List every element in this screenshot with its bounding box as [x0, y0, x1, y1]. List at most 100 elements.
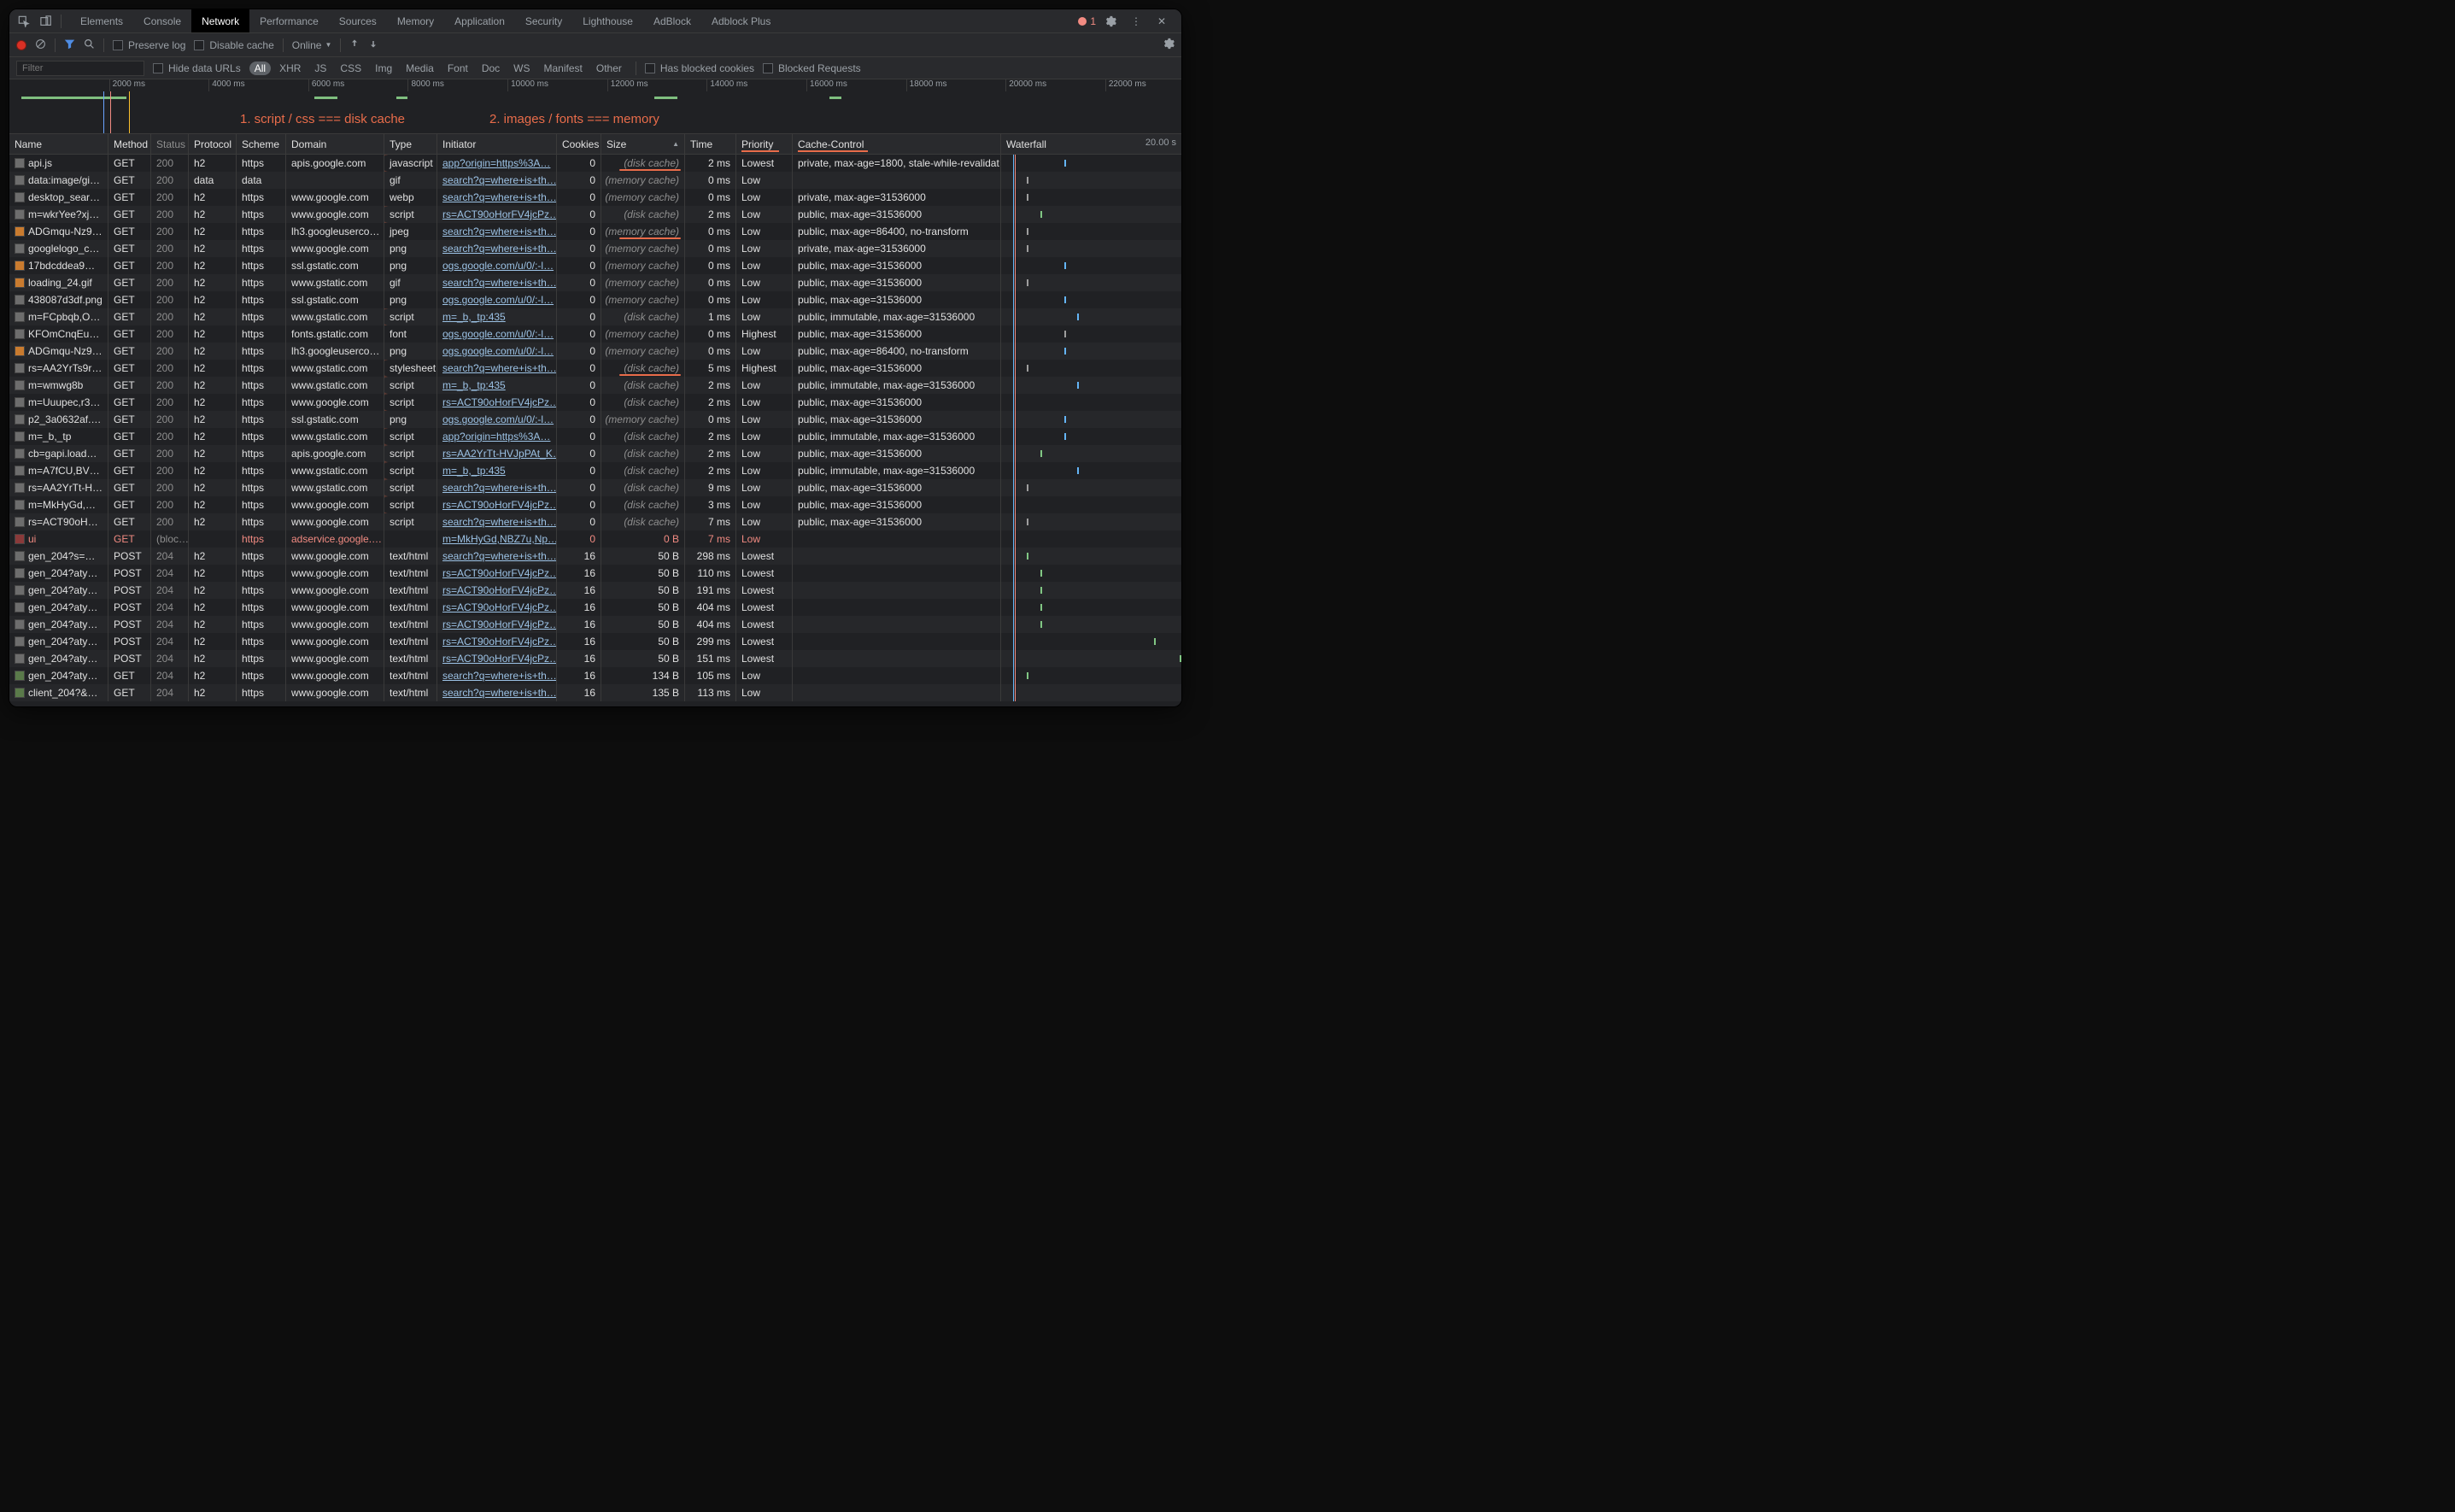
initiator-link[interactable]: search?q=where+is+th… [442, 670, 557, 682]
initiator-link[interactable]: rs=ACT90oHorFV4jcPz… [442, 396, 557, 408]
initiator-link[interactable]: search?q=where+is+th… [442, 191, 557, 203]
table-row[interactable]: p2_3a0632af.…GET200h2httpsssl.gstatic.co… [9, 411, 1181, 428]
type-pill-font[interactable]: Font [442, 62, 473, 75]
type-pill-img[interactable]: Img [370, 62, 397, 75]
close-icon[interactable]: ✕ [1152, 12, 1171, 31]
initiator-link[interactable]: search?q=where+is+th… [442, 687, 557, 699]
settings-gear-icon[interactable] [1163, 38, 1175, 52]
type-pill-all[interactable]: All [249, 62, 271, 75]
table-row[interactable]: client_204?&…GET204h2httpswww.google.com… [9, 684, 1181, 701]
gear-icon[interactable] [1101, 12, 1120, 31]
table-row[interactable]: 17bdcddea9…GET200h2httpsssl.gstatic.comp… [9, 257, 1181, 274]
device-toggle-icon[interactable] [37, 12, 56, 31]
filter-input[interactable] [16, 61, 144, 76]
table-row[interactable]: gen_204?atyp…POST204h2httpswww.google.co… [9, 599, 1181, 616]
upload-har-icon[interactable] [349, 38, 360, 51]
col-name[interactable]: Name [9, 134, 108, 154]
initiator-link[interactable]: search?q=where+is+th… [442, 362, 557, 374]
filter-toggle-icon[interactable] [64, 38, 75, 52]
initiator-link[interactable]: m=_b,_tp:435 [442, 379, 506, 391]
table-row[interactable]: googlelogo_c…GET200h2httpswww.google.com… [9, 240, 1181, 257]
col-initiator[interactable]: Initiator [437, 134, 557, 154]
table-row[interactable]: m=wmwg8bGET200h2httpswww.gstatic.comscri… [9, 377, 1181, 394]
initiator-link[interactable]: rs=AA2YrTt-HVJpPAt_K… [442, 448, 557, 460]
col-cookies[interactable]: Cookies [557, 134, 601, 154]
tab-console[interactable]: Console [133, 9, 191, 32]
throttle-select[interactable]: Online▼ [292, 39, 332, 51]
initiator-link[interactable]: search?q=where+is+th… [442, 550, 557, 562]
col-scheme[interactable]: Scheme [237, 134, 286, 154]
tab-adblock-plus[interactable]: Adblock Plus [701, 9, 781, 32]
initiator-link[interactable]: search?q=where+is+th… [442, 174, 557, 186]
initiator-link[interactable]: search?q=where+is+th… [442, 482, 557, 494]
table-row[interactable]: m=MkHyGd,N…GET200h2httpswww.google.comsc… [9, 496, 1181, 513]
initiator-link[interactable]: rs=ACT90oHorFV4jcPz… [442, 618, 557, 630]
initiator-link[interactable]: ogs.google.com/u/0/:-l… [442, 413, 554, 425]
blocked-requests-checkbox[interactable]: Blocked Requests [763, 62, 861, 74]
initiator-link[interactable]: m=_b,_tp:435 [442, 465, 506, 477]
initiator-link[interactable]: app?origin=https%3A… [442, 431, 550, 442]
table-row[interactable]: desktop_sear…GET200h2httpswww.google.com… [9, 189, 1181, 206]
table-row[interactable]: rs=AA2YrTt-H…GET200h2httpswww.gstatic.co… [9, 479, 1181, 496]
initiator-link[interactable]: ogs.google.com/u/0/:-l… [442, 345, 554, 357]
table-row[interactable]: cb=gapi.loade…GET200h2httpsapis.google.c… [9, 445, 1181, 462]
has-blocked-cookies-checkbox[interactable]: Has blocked cookies [645, 62, 754, 74]
col-domain[interactable]: Domain [286, 134, 384, 154]
type-pill-media[interactable]: Media [401, 62, 439, 75]
type-pill-css[interactable]: CSS [335, 62, 366, 75]
record-button[interactable] [16, 40, 26, 50]
initiator-link[interactable]: rs=ACT90oHorFV4jcPz… [442, 653, 557, 665]
table-row[interactable]: m=FCpbqb,O…GET200h2httpswww.gstatic.coms… [9, 308, 1181, 325]
table-row[interactable]: gen_204?atyp…POST204h2httpswww.google.co… [9, 582, 1181, 599]
kebab-icon[interactable]: ⋮ [1127, 12, 1145, 31]
initiator-link[interactable]: search?q=where+is+th… [442, 516, 557, 528]
table-row[interactable]: m=wkrYee?xjs…GET200h2httpswww.google.com… [9, 206, 1181, 223]
type-pill-ws[interactable]: WS [508, 62, 535, 75]
disable-cache-checkbox[interactable]: Disable cache [194, 39, 273, 51]
inspect-icon[interactable] [15, 12, 33, 31]
col-type[interactable]: Type [384, 134, 437, 154]
tab-application[interactable]: Application [444, 9, 515, 32]
tab-performance[interactable]: Performance [249, 9, 329, 32]
table-row[interactable]: rs=ACT90oHo…GET200h2httpswww.google.coms… [9, 513, 1181, 530]
initiator-link[interactable]: m=_b,_tp:435 [442, 311, 506, 323]
tab-lighthouse[interactable]: Lighthouse [572, 9, 643, 32]
initiator-link[interactable]: search?q=where+is+th… [442, 243, 557, 255]
hide-data-urls-checkbox[interactable]: Hide data URLs [153, 62, 241, 74]
tab-adblock[interactable]: AdBlock [643, 9, 701, 32]
error-badge[interactable]: 1 [1078, 15, 1096, 27]
table-row[interactable]: m=Uuupec,r3…GET200h2httpswww.google.coms… [9, 394, 1181, 411]
search-icon[interactable] [84, 38, 95, 52]
tab-sources[interactable]: Sources [329, 9, 387, 32]
initiator-link[interactable]: ogs.google.com/u/0/:-l… [442, 294, 554, 306]
initiator-link[interactable]: ogs.google.com/u/0/:-l… [442, 328, 554, 340]
type-pill-js[interactable]: JS [309, 62, 331, 75]
preserve-log-checkbox[interactable]: Preserve log [113, 39, 185, 51]
col-waterfall[interactable]: Waterfall20.00 s [1001, 134, 1181, 154]
initiator-link[interactable]: app?origin=https%3A… [442, 157, 550, 169]
type-pill-doc[interactable]: Doc [477, 62, 505, 75]
tab-memory[interactable]: Memory [387, 9, 444, 32]
col-method[interactable]: Method [108, 134, 151, 154]
type-pill-other[interactable]: Other [591, 62, 627, 75]
initiator-link[interactable]: search?q=where+is+th… [442, 226, 557, 237]
initiator-link[interactable]: m=MkHyGd,NBZ7u,Np… [442, 533, 557, 545]
initiator-link[interactable]: rs=ACT90oHorFV4jcPz… [442, 636, 557, 648]
initiator-link[interactable]: rs=ACT90oHorFV4jcPz… [442, 208, 557, 220]
table-row[interactable]: m=A7fCU,BV…GET200h2httpswww.gstatic.coms… [9, 462, 1181, 479]
initiator-link[interactable]: ogs.google.com/u/0/:-l… [442, 260, 554, 272]
table-row[interactable]: gen_204?atyp…POST204h2httpswww.google.co… [9, 565, 1181, 582]
table-row[interactable]: gen_204?atyp…POST204h2httpswww.google.co… [9, 650, 1181, 667]
initiator-link[interactable]: rs=ACT90oHorFV4jcPz… [442, 567, 557, 579]
table-row[interactable]: 438087d3df.pngGET200h2httpsssl.gstatic.c… [9, 291, 1181, 308]
table-row[interactable]: gen_204?atyp…POST204h2httpswww.google.co… [9, 633, 1181, 650]
col-status[interactable]: Status [151, 134, 189, 154]
clear-icon[interactable] [35, 38, 46, 52]
col-protocol[interactable]: Protocol [189, 134, 237, 154]
initiator-link[interactable]: rs=ACT90oHorFV4jcPz… [442, 584, 557, 596]
table-row[interactable]: data:image/gif;…GET200datadatagifsearch?… [9, 172, 1181, 189]
timeline-overview[interactable]: 2000 ms4000 ms6000 ms8000 ms10000 ms1200… [9, 79, 1181, 134]
table-row[interactable]: uiGET(bloc…httpsadservice.google.…m=MkHy… [9, 530, 1181, 548]
table-row[interactable]: ADGmqu-Nz9…GET200h2httpslh3.googleuserco… [9, 343, 1181, 360]
table-row[interactable]: api.jsGET200h2httpsapis.google.comjavasc… [9, 155, 1181, 172]
